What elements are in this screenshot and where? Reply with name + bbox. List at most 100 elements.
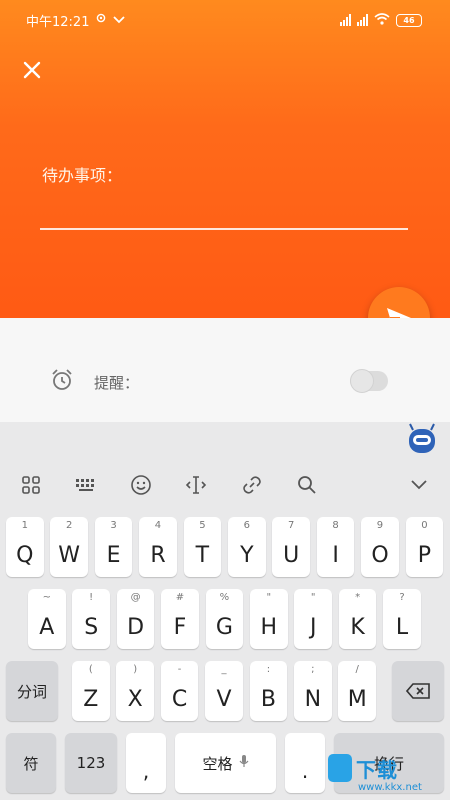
backspace-icon — [406, 683, 430, 699]
key-hint: 1 — [21, 520, 28, 531]
key-hint: " — [310, 592, 316, 603]
key-z[interactable]: (Z — [72, 661, 110, 721]
comma-key[interactable]: , — [126, 733, 166, 793]
key-hint: 3 — [110, 520, 117, 531]
key-hint: 8 — [332, 520, 339, 531]
key-hint: 2 — [66, 520, 73, 531]
key-letter: V — [216, 687, 232, 712]
key-letter: P — [417, 543, 432, 568]
cursor-icon[interactable] — [181, 470, 211, 500]
key-letter: O — [371, 543, 389, 568]
key-hint: ~ — [42, 592, 51, 603]
keyboard: 1 Q 2 W 3 E 4 R 5 T 6 Y 7 U 8 I 9 O 0 P ~ A! S @ D # F% G " H " J * K? L(Z… — [0, 422, 450, 800]
key-e[interactable]: 3E — [94, 517, 133, 577]
key-t[interactable]: 5T — [183, 517, 222, 577]
key-letter: I — [332, 543, 339, 568]
todo-label: 待办事项： — [42, 166, 123, 185]
watermark-logo-icon — [328, 754, 352, 782]
key-letter: N — [304, 687, 322, 712]
period-key[interactable]: . — [285, 733, 325, 793]
key-letter: D — [127, 615, 145, 640]
key-f[interactable]: # F — [161, 589, 199, 649]
key-letter: F — [173, 615, 187, 640]
key-letter: Y — [240, 543, 254, 568]
key-letter: G — [215, 615, 233, 640]
key-hint: ! — [89, 592, 94, 603]
key-hint: : — [266, 664, 271, 675]
keyboard-layout-icon[interactable] — [71, 470, 101, 500]
alarm-clock-icon — [50, 368, 74, 396]
key-hint: 4 — [154, 520, 162, 531]
watermark-logo: 下载 www.kkx.net — [322, 748, 450, 800]
key-letter: W — [58, 543, 81, 568]
backspace-key[interactable] — [392, 661, 444, 721]
key-u[interactable]: 7U — [272, 517, 310, 577]
key-hint: - — [177, 664, 182, 675]
key-hint: ? — [399, 592, 405, 603]
dropdown-status-icon — [113, 13, 126, 28]
numbers-key[interactable]: 123 — [65, 733, 117, 793]
microphone-icon — [239, 754, 249, 772]
key-m[interactable]: / M — [338, 661, 376, 721]
status-time: 中午12:21 — [26, 14, 90, 30]
key-letter: J — [309, 615, 317, 640]
key-letter: Z — [83, 687, 99, 712]
close-icon — [23, 61, 41, 79]
key-letter: L — [395, 615, 409, 640]
space-label: 空格 — [202, 754, 233, 773]
close-button[interactable] — [18, 56, 46, 84]
key-p[interactable]: 0P — [405, 517, 444, 577]
status-bar: 中午12:21 46 — [0, 0, 450, 40]
space-key[interactable]: 空格 — [175, 733, 276, 793]
key-c[interactable]: -C — [160, 661, 199, 721]
key-h[interactable]: " H — [250, 589, 288, 649]
key-q[interactable]: 1Q — [6, 517, 44, 577]
key-d[interactable]: @ D — [116, 589, 155, 649]
todo-input[interactable] — [40, 196, 408, 230]
search-icon[interactable] — [292, 470, 322, 500]
reminder-toggle[interactable] — [350, 369, 388, 393]
key-letter: U — [283, 543, 300, 568]
key-b[interactable]: :B — [249, 661, 288, 721]
key-a[interactable]: ~ A — [28, 589, 66, 649]
key-letter: K — [350, 615, 365, 640]
keyboard-mascot-icon[interactable] — [405, 422, 439, 456]
key-letter: X — [127, 687, 143, 712]
key-r[interactable]: 4R — [139, 517, 177, 577]
key-n[interactable]: ; N — [294, 661, 332, 721]
key-hint: 6 — [243, 520, 250, 531]
key-hint: # — [175, 592, 185, 603]
key-letter: S — [84, 615, 99, 640]
header-panel: 中午12:21 46 待办事项： — [0, 0, 450, 318]
grid-icon[interactable] — [16, 470, 46, 500]
signal-icon — [357, 14, 368, 26]
key-letter: M — [347, 687, 367, 712]
key-i[interactable]: 8I — [316, 517, 355, 577]
emoji-icon[interactable] — [126, 470, 156, 500]
key-v[interactable]: _ V — [205, 661, 243, 721]
signal-icon — [340, 14, 351, 26]
key-hint: * — [355, 592, 361, 603]
key-x[interactable]: ) X — [116, 661, 154, 721]
key-w[interactable]: 2W — [50, 517, 88, 577]
key-hint: 9 — [376, 520, 384, 531]
key-o[interactable]: 9O — [361, 517, 399, 577]
battery-icon: 46 — [396, 13, 422, 27]
key-j[interactable]: " J — [294, 589, 332, 649]
key-hint: _ — [221, 664, 227, 675]
key-g[interactable]: % G — [205, 589, 244, 649]
reminder-label: 提醒： — [94, 373, 140, 392]
chevron-down-icon[interactable] — [404, 470, 434, 500]
symbol-key[interactable]: 符 — [6, 733, 56, 793]
key-k[interactable]: * K — [338, 589, 377, 649]
key-s[interactable]: ! S — [72, 589, 110, 649]
key-hint: @ — [130, 592, 141, 603]
segment-key[interactable]: 分词 — [6, 661, 58, 721]
clipboard-icon[interactable] — [237, 470, 267, 500]
key-hint: / — [355, 664, 359, 675]
toggle-knob — [350, 369, 374, 393]
key-hint: % — [219, 592, 230, 603]
key-hint: ) — [133, 664, 138, 675]
key-l[interactable]: ? L — [383, 589, 421, 649]
key-y[interactable]: 6Y — [228, 517, 266, 577]
